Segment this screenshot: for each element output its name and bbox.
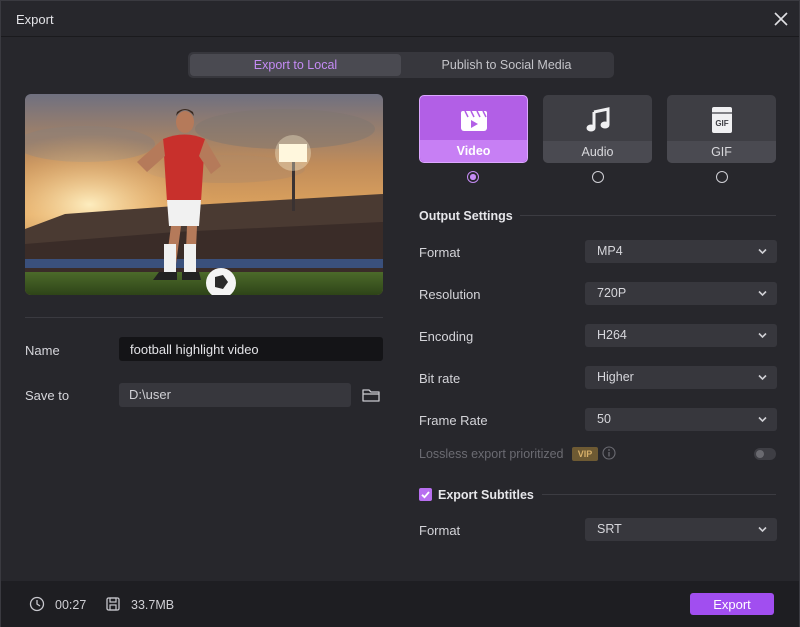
- resolution-label: Resolution: [419, 287, 481, 302]
- left-divider: [25, 317, 383, 318]
- chevron-down-icon: [758, 332, 767, 339]
- lossless-toggle[interactable]: [754, 448, 776, 460]
- name-label: Name: [25, 343, 60, 358]
- chevron-down-icon: [758, 290, 767, 297]
- tab-export-to-local[interactable]: Export to Local: [190, 54, 401, 76]
- radio-audio[interactable]: [592, 171, 604, 183]
- chevron-down-icon: [758, 248, 767, 255]
- video-preview-thumbnail: [25, 94, 383, 295]
- title-bar: Export: [1, 1, 799, 37]
- close-icon[interactable]: [771, 9, 791, 29]
- format-value: MP4: [597, 244, 623, 258]
- subtitle-format-select[interactable]: SRT: [585, 518, 777, 541]
- export-button[interactable]: Export: [690, 593, 774, 615]
- frame-rate-label: Frame Rate: [419, 413, 488, 428]
- encoding-select[interactable]: H264: [585, 324, 777, 347]
- name-input[interactable]: [119, 337, 383, 361]
- lossless-export-label: Lossless export prioritized: [419, 447, 564, 461]
- vip-badge: VIP: [572, 447, 598, 461]
- type-label-video: Video: [420, 140, 527, 162]
- save-to-label: Save to: [25, 388, 70, 403]
- checkmark-icon: [421, 491, 430, 499]
- encoding-label: Encoding: [419, 329, 474, 344]
- file-size-text: 33.7MB: [131, 598, 175, 612]
- radio-video[interactable]: [467, 171, 479, 183]
- section-divider: [542, 494, 776, 495]
- format-select[interactable]: MP4: [585, 240, 777, 263]
- tab-publish-to-social-media[interactable]: Publish to Social Media: [401, 54, 612, 76]
- format-label: Format: [419, 245, 461, 260]
- encoding-value: H264: [597, 328, 627, 342]
- section-divider: [520, 215, 776, 216]
- frame-rate-select[interactable]: 50: [585, 408, 777, 431]
- bit-rate-value: Higher: [597, 370, 634, 384]
- dialog-footer: 00:27 33.7MB Export: [1, 581, 799, 627]
- export-subtitles-checkbox[interactable]: [419, 488, 432, 501]
- type-label-gif: GIF: [667, 141, 776, 163]
- clock-icon: [29, 596, 45, 612]
- chevron-down-icon: [758, 526, 767, 533]
- export-subtitles-title: Export Subtitles: [438, 488, 534, 502]
- bit-rate-label: Bit rate: [419, 371, 461, 386]
- chevron-down-icon: [758, 416, 767, 423]
- frame-rate-value: 50: [597, 412, 611, 426]
- info-icon[interactable]: [602, 446, 616, 460]
- type-label-audio: Audio: [543, 141, 652, 163]
- subtitle-format-value: SRT: [597, 522, 622, 536]
- clapperboard-icon: [460, 110, 487, 131]
- output-settings-title: Output Settings: [419, 209, 513, 223]
- duration-text: 00:27: [55, 598, 87, 612]
- resolution-select[interactable]: 720P: [585, 282, 777, 305]
- radio-gif[interactable]: [716, 171, 728, 183]
- bit-rate-select[interactable]: Higher: [585, 366, 777, 389]
- dialog-title: Export: [16, 12, 54, 27]
- type-card-gif[interactable]: GIF GIF: [667, 95, 776, 163]
- type-card-audio[interactable]: Audio: [543, 95, 652, 163]
- svg-text:GIF: GIF: [715, 119, 728, 128]
- folder-icon[interactable]: [361, 385, 381, 405]
- save-path-field[interactable]: D:\user: [119, 383, 351, 407]
- save-disk-icon: [106, 597, 120, 611]
- export-mode-tabs: Export to Local Publish to Social Media: [188, 52, 614, 78]
- subtitle-format-label: Format: [419, 523, 461, 538]
- resolution-value: 720P: [597, 286, 627, 300]
- export-dialog: Export Export to Local Publish to Social…: [0, 0, 800, 627]
- gif-icon: GIF: [711, 107, 732, 133]
- type-card-video[interactable]: Video: [419, 95, 528, 163]
- music-note-icon: [586, 107, 609, 132]
- chevron-down-icon: [758, 374, 767, 381]
